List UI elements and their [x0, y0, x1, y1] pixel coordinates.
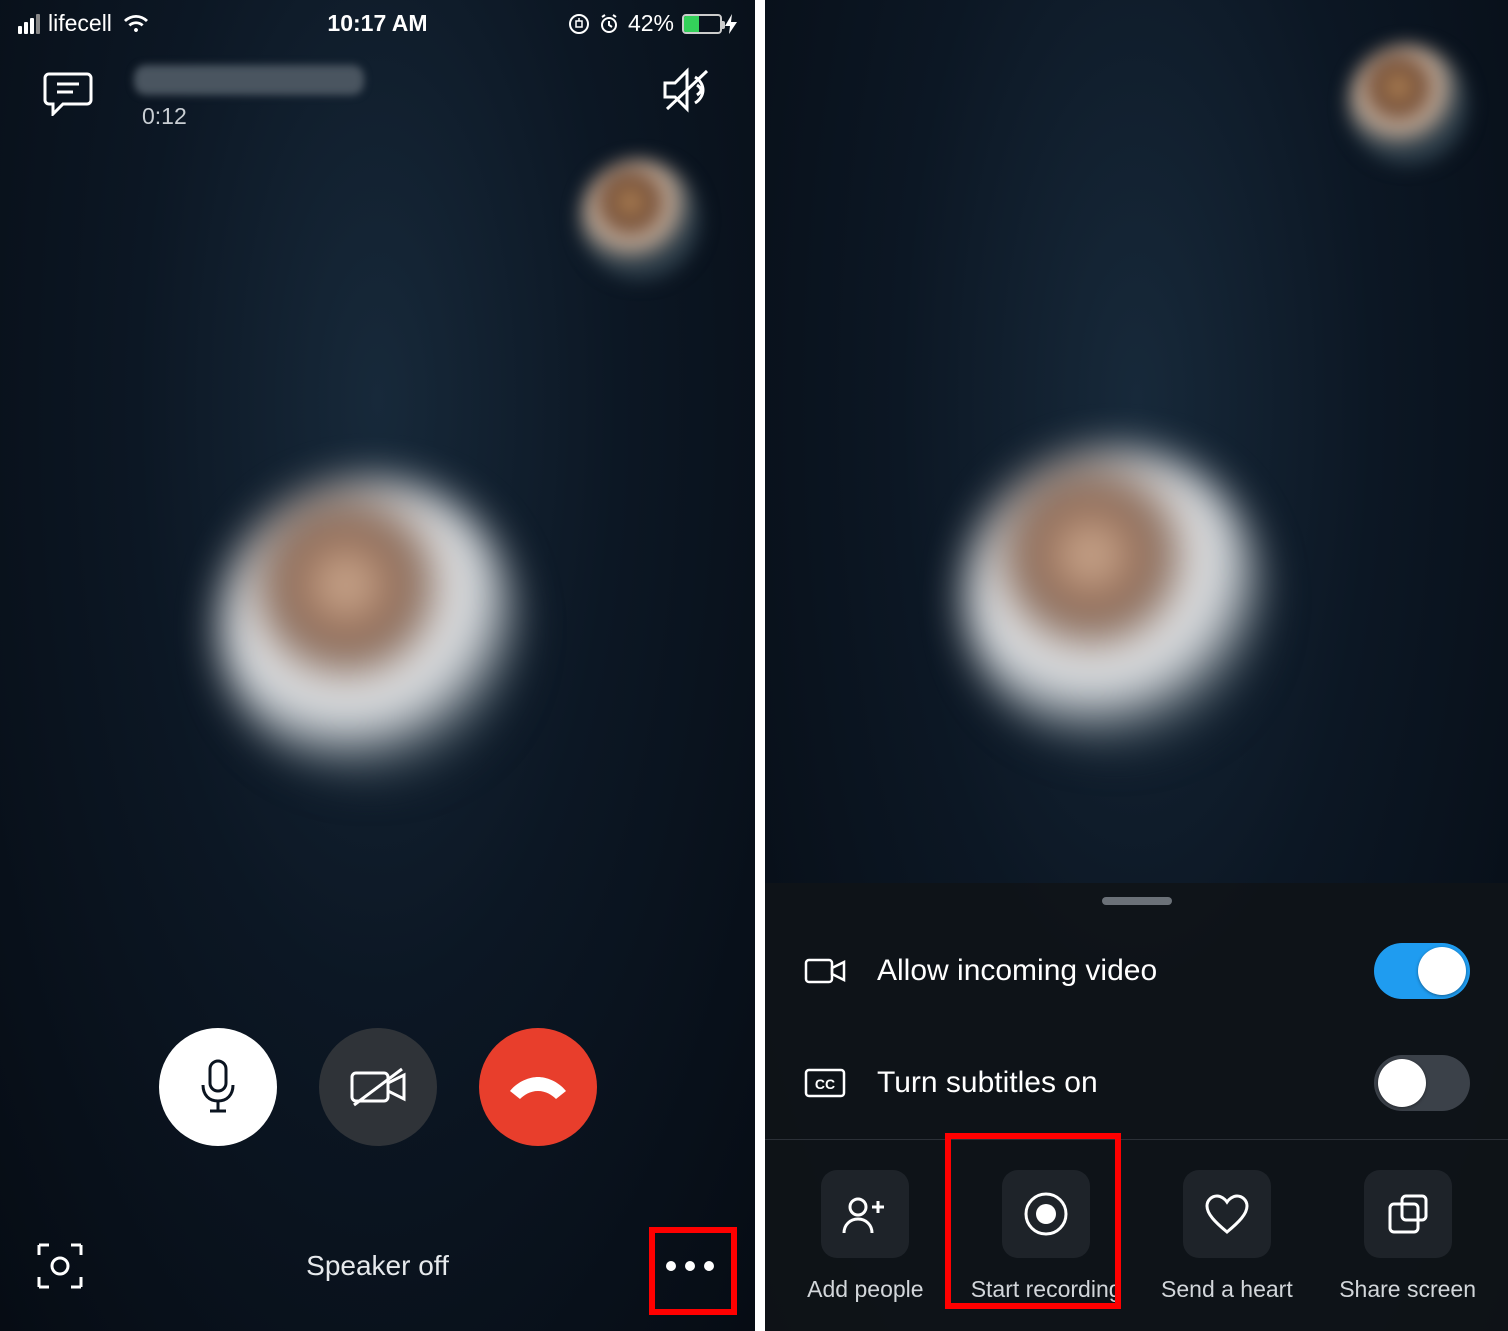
signal-icon: [18, 14, 40, 34]
camera-icon: [803, 956, 847, 986]
share-screen-button[interactable]: Share screen: [1319, 1170, 1497, 1303]
microphone-button[interactable]: [159, 1028, 277, 1146]
turn-subtitles-row[interactable]: CC Turn subtitles on: [765, 1027, 1508, 1139]
speaker-mute-button[interactable]: [659, 65, 715, 115]
more-options-button[interactable]: [655, 1231, 725, 1301]
orientation-lock-icon: [568, 13, 590, 35]
remote-avatar: [965, 450, 1265, 750]
start-recording-button[interactable]: Start recording: [957, 1170, 1135, 1303]
call-options-panel: Allow incoming video CC Turn subtitles o…: [765, 883, 1508, 1331]
heart-icon: [1183, 1170, 1271, 1258]
self-avatar[interactable]: [580, 160, 700, 280]
clock-label: 10:17 AM: [327, 10, 427, 37]
allow-incoming-video-toggle[interactable]: [1374, 943, 1470, 999]
call-duration: 0:12: [142, 103, 364, 130]
alarm-icon: [598, 13, 620, 35]
battery-pct-label: 42%: [628, 10, 674, 37]
allow-incoming-video-label: Allow incoming video: [877, 954, 1374, 988]
panel-drag-handle[interactable]: [1102, 897, 1172, 905]
svg-text:CC: CC: [815, 1076, 835, 1092]
chat-button[interactable]: [40, 65, 96, 121]
status-bar: lifecell 10:17 AM 42%: [0, 10, 755, 37]
hangup-button[interactable]: [479, 1028, 597, 1146]
turn-subtitles-label: Turn subtitles on: [877, 1066, 1374, 1100]
allow-incoming-video-row[interactable]: Allow incoming video: [765, 915, 1508, 1027]
send-heart-label: Send a heart: [1161, 1276, 1293, 1303]
start-recording-label: Start recording: [971, 1276, 1122, 1303]
add-people-label: Add people: [807, 1276, 923, 1303]
charging-icon: [725, 14, 737, 34]
record-icon: [1002, 1170, 1090, 1258]
camera-toggle-button[interactable]: [319, 1028, 437, 1146]
carrier-label: lifecell: [48, 10, 112, 37]
send-heart-button[interactable]: Send a heart: [1138, 1170, 1316, 1303]
share-screen-icon: [1364, 1170, 1452, 1258]
add-people-icon: [821, 1170, 909, 1258]
share-screen-label: Share screen: [1339, 1276, 1476, 1303]
remote-avatar: [220, 480, 520, 780]
snapshot-button[interactable]: [30, 1236, 90, 1296]
self-avatar[interactable]: [1348, 45, 1468, 165]
speaker-status-label: Speaker off: [306, 1250, 449, 1282]
wifi-icon: [124, 14, 148, 34]
turn-subtitles-toggle[interactable]: [1374, 1055, 1470, 1111]
contact-name: [134, 65, 364, 95]
battery-icon: [682, 14, 722, 34]
add-people-button[interactable]: Add people: [776, 1170, 954, 1303]
cc-icon: CC: [803, 1068, 847, 1098]
